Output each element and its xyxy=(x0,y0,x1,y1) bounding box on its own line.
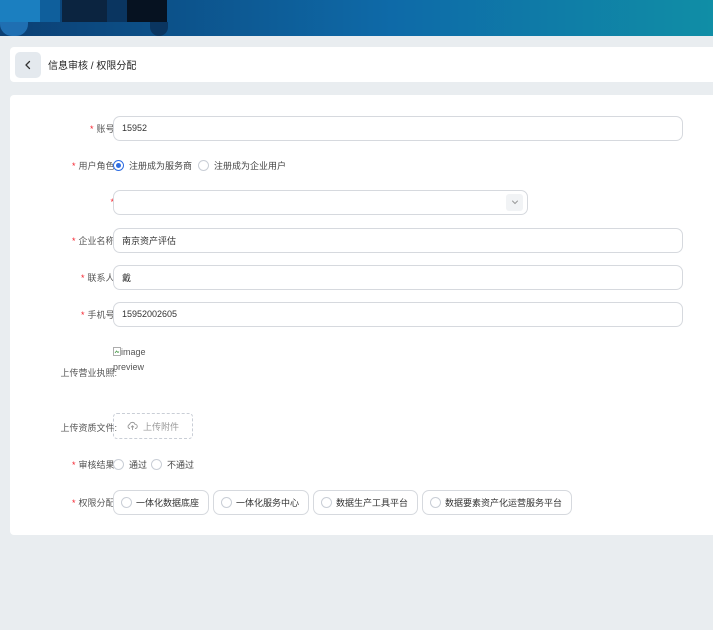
upload-label: 上传附件 xyxy=(142,421,179,432)
top-banner xyxy=(0,0,713,36)
company-name-label: * 企业名称: xyxy=(71,235,117,246)
role-option-service-provider[interactable]: 注册成为服务商 xyxy=(113,159,192,172)
radio-icon xyxy=(430,496,442,508)
broken-image-icon xyxy=(113,347,121,356)
review-result-row: * 审核结果: 通过 不通过 xyxy=(10,457,713,471)
phone-label: * 手机号: xyxy=(80,309,117,320)
blurred-logo-block xyxy=(107,0,127,22)
radio-icon xyxy=(113,458,124,470)
user-role-label: * 用户角色: xyxy=(71,160,117,171)
phone-row: * 手机号: 15952002605 xyxy=(10,301,713,327)
company-name-value: 南京资产评估 xyxy=(122,235,177,246)
permissions-row: * 权限分配: 一体化数据底座 一体化服务中心 数据生产工具平台 数据要素资产化运… xyxy=(10,489,713,515)
radio-icon xyxy=(198,159,210,171)
account-value: 15952 xyxy=(122,123,148,133)
contact-input[interactable]: 戴 xyxy=(113,264,683,290)
radio-icon xyxy=(113,159,124,171)
permissions-group: 一体化数据底座 一体化服务中心 数据生产工具平台 数据要素资产化运营服务平台 xyxy=(113,489,576,515)
upload-attachment-button[interactable]: 上传附件 xyxy=(113,413,193,439)
blurred-logo-block xyxy=(127,0,167,22)
permission-option-production-tools[interactable]: 数据生产工具平台 xyxy=(313,489,419,515)
review-form: * 账号: 15952 * 用户角色: 注册成为服务商 注册成为企业用户 * 企… xyxy=(10,95,713,535)
broken-image-icon-label: image xyxy=(113,345,146,360)
back-button[interactable] xyxy=(15,51,41,78)
review-option-pass[interactable]: 通过 xyxy=(113,458,147,471)
radio-icon xyxy=(121,496,132,508)
license-image-preview[interactable]: image preview xyxy=(113,345,146,375)
contact-value: 戴 xyxy=(122,272,132,283)
user-role-radio-group: 注册成为服务商 注册成为企业用户 xyxy=(113,159,292,172)
role-option-enterprise-user[interactable]: 注册成为企业用户 xyxy=(198,159,286,172)
permission-option-asset-operation[interactable]: 数据要素资产化运营服务平台 xyxy=(422,489,573,515)
upload-cloud-icon xyxy=(127,421,138,430)
radio-icon xyxy=(221,496,233,508)
breadcrumb: 信息审核 / 权限分配 xyxy=(48,61,137,72)
select-row: * xyxy=(10,189,713,215)
phone-input[interactable]: 15952002605 xyxy=(113,301,683,327)
radio-icon xyxy=(151,458,163,470)
qualification-label: 上传资质文件: xyxy=(60,422,117,433)
blurred-logo-block xyxy=(150,22,168,36)
blurred-logo-block xyxy=(0,0,40,22)
company-name-input[interactable]: 南京资产评估 xyxy=(113,227,683,253)
radio-icon xyxy=(321,496,333,508)
blurred-logo-block xyxy=(40,0,60,22)
chevron-left-icon xyxy=(25,60,31,69)
page-header: 信息审核 / 权限分配 xyxy=(10,47,713,82)
permission-option-data-base[interactable]: 一体化数据底座 xyxy=(113,489,210,515)
chevron-down-icon xyxy=(506,193,523,211)
company-name-row: * 企业名称: 南京资产评估 xyxy=(10,227,713,253)
blurred-logo-block xyxy=(0,22,28,36)
blurred-logo-block xyxy=(62,0,107,22)
review-result-radio-group: 通过 不通过 xyxy=(113,458,200,471)
account-input[interactable]: 15952 xyxy=(113,115,683,141)
category-select[interactable] xyxy=(113,189,528,215)
contact-row: * 联系人: 戴 xyxy=(10,264,713,290)
review-result-label: * 审核结果: xyxy=(71,459,117,470)
contact-label: * 联系人: xyxy=(80,272,117,283)
permissions-label: * 权限分配: xyxy=(71,497,117,508)
license-label: 上传营业执照: xyxy=(60,367,117,378)
user-role-row: * 用户角色: 注册成为服务商 注册成为企业用户 xyxy=(10,158,713,172)
review-option-reject[interactable]: 不通过 xyxy=(151,458,194,471)
phone-value: 15952002605 xyxy=(122,309,178,319)
account-row: * 账号: 15952 xyxy=(10,115,713,141)
permission-option-service-center[interactable]: 一体化服务中心 xyxy=(213,489,310,515)
